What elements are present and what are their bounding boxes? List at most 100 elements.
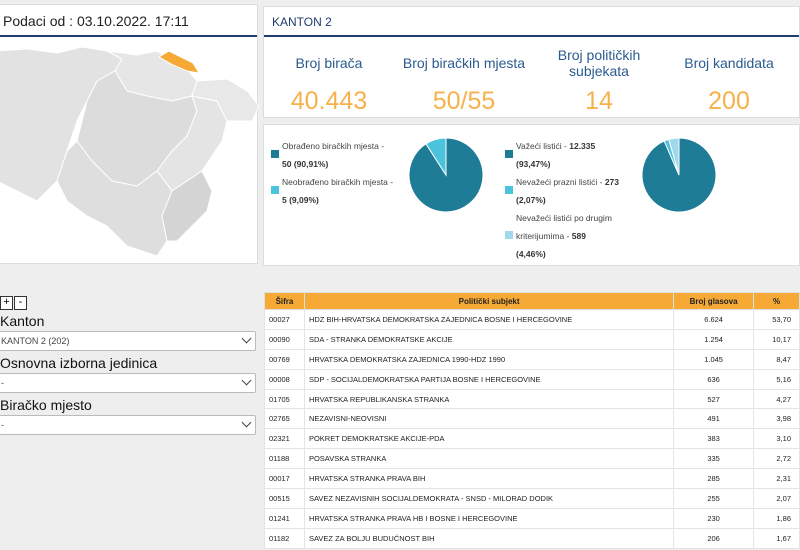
stat-voters-label: Broj birača: [295, 55, 363, 71]
cell-code: 01241: [264, 507, 305, 529]
table-row[interactable]: 00027 HDZ BIH-HRVATSKA DEMOKRATSKA ZAJEDN…: [264, 309, 800, 330]
legend-unprocessed: Neobrađeno biračkih mjesta - 5 (9,09%): [282, 173, 393, 209]
cell-code: 01188: [264, 448, 305, 470]
legend-other: Nevažeći listići po drugim kriterijumima…: [516, 209, 612, 263]
legend-other-label2: kriterijumima -: [516, 231, 570, 241]
header-code[interactable]: Šifra: [264, 292, 305, 310]
header-pct[interactable]: %: [753, 292, 800, 310]
stat-voters: Broj birača 40.443: [264, 45, 394, 116]
biracko-mjesto-select-value: -: [1, 420, 4, 430]
table-row[interactable]: 00017 HRVATSKA STRANKA PRAVA BIH 285 2,31: [264, 468, 800, 490]
biracko-mjesto-select[interactable]: -: [0, 415, 256, 435]
cell-code: 01182: [264, 527, 305, 549]
table-row[interactable]: 00090 SDA - STRANKA DEMOKRATSKE AKCIJE 1.2…: [264, 328, 800, 350]
summary-title: KANTON 2: [264, 7, 799, 37]
cell-pct: 1,67: [753, 527, 800, 549]
cell-subject: SAVEZ NEZAVISNIH SOCIJALDEMOKRATA - SNSD…: [303, 488, 675, 509]
table-row[interactable]: 01241 HRVATSKA STRANKA PRAVA HB I BOSNE I…: [264, 507, 800, 529]
cell-subject: POKRET DEMOKRATSKE AKCIJE-PDA: [303, 428, 675, 450]
summary-card: KANTON 2 Broj birača 40.443 Broj birački…: [263, 6, 800, 118]
legend-swatch-other: [505, 231, 513, 239]
legend-empty-value: 273: [604, 177, 620, 187]
legend-empty: Nevažeći prazni listići - 273 (2,07%): [516, 173, 619, 209]
header-subject[interactable]: Politički subjekt: [303, 292, 675, 310]
table-row[interactable]: 02321 POKRET DEMOKRATSKE AKCIJE-PDA 383 3,1…: [264, 428, 800, 450]
table-row[interactable]: 00769 HRVATSKA DEMOKRATSKA ZAJEDNICA 1990…: [264, 348, 800, 370]
legend-swatch-valid: [505, 150, 513, 158]
table-row[interactable]: 00008 SDP - SOCIJALDEMOKRATSKA PARTIJA BO…: [264, 368, 800, 390]
stat-candidates-label: Broj kandidata: [684, 55, 774, 71]
cell-subject: HRVATSKA DEMOKRATSKA ZAJEDNICA 1990-HDZ …: [303, 348, 675, 370]
region-map[interactable]: [0, 41, 260, 265]
izborna-jedinica-select[interactable]: -: [0, 373, 256, 393]
cell-pct: 2,31: [753, 468, 800, 490]
cell-pct: 4,27: [753, 388, 800, 410]
cell-votes: 6.624: [673, 309, 755, 330]
cell-subject: HRVATSKA REPUBLIKANSKA STRANKA: [303, 388, 675, 410]
cell-code: 01705: [264, 388, 305, 410]
processed-pie-chart: [408, 137, 484, 213]
kanton-label: Kanton: [0, 313, 45, 329]
cell-votes: 230: [673, 507, 755, 529]
table-header-row: Šifra Politički subjekt Broj glasova %: [264, 292, 800, 310]
stat-candidates-value: 200: [708, 87, 750, 115]
map-card: Podaci od : 03.10.2022. 17:11: [0, 4, 260, 265]
legend-unprocessed-label: Neobrađeno biračkih mjesta -: [282, 177, 394, 187]
legend-processed: Obrađeno biračkih mjesta - 50 (90,91%): [282, 137, 384, 173]
izborna-jedinica-select-value: -: [1, 378, 4, 388]
table-row[interactable]: 02765 NEZAVISNI-NEOVISNI 491 3,98: [264, 408, 800, 430]
legend-processed-label: Obrađeno biračkih mjesta -: [282, 141, 385, 151]
cell-votes: 255: [673, 488, 755, 509]
kanton-select-value: KANTON 2 (202): [1, 336, 70, 346]
legend-other-pct: (4,46%): [516, 249, 546, 259]
results-table: Šifra Politički subjekt Broj glasova % 0…: [264, 292, 800, 549]
table-row[interactable]: 01182 SAVEZ ZA BOLJU BUDUĆNOST BIH 206 1,67: [264, 527, 800, 549]
cell-code: 00017: [264, 468, 305, 490]
cell-votes: 491: [673, 408, 755, 430]
ballots-pie-chart: [641, 137, 717, 213]
legend-other-value: 589: [571, 231, 586, 241]
legend-processed-value: 50 (90,91%): [282, 159, 329, 169]
cell-subject: HRVATSKA STRANKA PRAVA BIH: [303, 468, 675, 490]
chevron-down-icon: [241, 417, 252, 428]
legend-empty-label: Nevažeći prazni listići -: [516, 177, 603, 187]
cell-votes: 1.254: [673, 328, 755, 350]
header-votes[interactable]: Broj glasova: [673, 292, 755, 310]
zoom-out-button[interactable]: -: [14, 296, 27, 310]
legend-other-label1: Nevažeći listići po drugim: [516, 213, 612, 223]
cell-votes: 527: [673, 388, 755, 410]
cell-code: 02765: [264, 408, 305, 430]
cell-code: 00027: [264, 309, 305, 330]
cell-votes: 383: [673, 428, 755, 450]
cell-code: 02321: [264, 428, 305, 450]
cell-pct: 10,17: [753, 328, 800, 350]
cell-subject: NEZAVISNI-NEOVISNI: [303, 408, 675, 430]
legend-valid: Važeći listići - 12.335 (93,47%): [516, 137, 595, 173]
legend-unprocessed-value: 5 (9,09%): [282, 195, 319, 205]
table-row[interactable]: 01705 HRVATSKA REPUBLIKANSKA STRANKA 527 4,…: [264, 388, 800, 410]
pies-card: Obrađeno biračkih mjesta - 50 (90,91%) N…: [263, 124, 800, 266]
table-row[interactable]: 00515 SAVEZ NEZAVISNIH SOCIJALDEMOKRATA -…: [264, 488, 800, 509]
kanton-select[interactable]: KANTON 2 (202): [0, 331, 256, 351]
cell-pct: 5,16: [753, 368, 800, 390]
cell-pct: 3,98: [753, 408, 800, 430]
stat-candidates: Broj kandidata 200: [664, 45, 794, 116]
table-row[interactable]: 01188 POSAVSKA STRANKA 335 2,72: [264, 448, 800, 470]
cell-votes: 1.045: [673, 348, 755, 370]
cell-pct: 2,72: [753, 448, 800, 470]
chevron-down-icon: [241, 375, 252, 386]
cell-code: 00769: [264, 348, 305, 370]
legend-swatch-processed: [271, 150, 279, 158]
stat-political-subjects-label: Broj političkih subjekata: [557, 47, 641, 79]
cell-subject: POSAVSKA STRANKA: [303, 448, 675, 470]
legend-swatch-unprocessed: [271, 186, 279, 194]
legend-valid-label: Važeći listići -: [516, 141, 567, 151]
cell-votes: 636: [673, 368, 755, 390]
zoom-in-button[interactable]: +: [0, 296, 13, 310]
cell-votes: 285: [673, 468, 755, 490]
cell-pct: 1,86: [753, 507, 800, 529]
legend-valid-pct: (93,47%): [516, 159, 551, 169]
cell-pct: 53,70: [753, 309, 800, 330]
stat-political-subjects-value: 14: [585, 87, 613, 115]
chevron-down-icon: [241, 333, 252, 344]
